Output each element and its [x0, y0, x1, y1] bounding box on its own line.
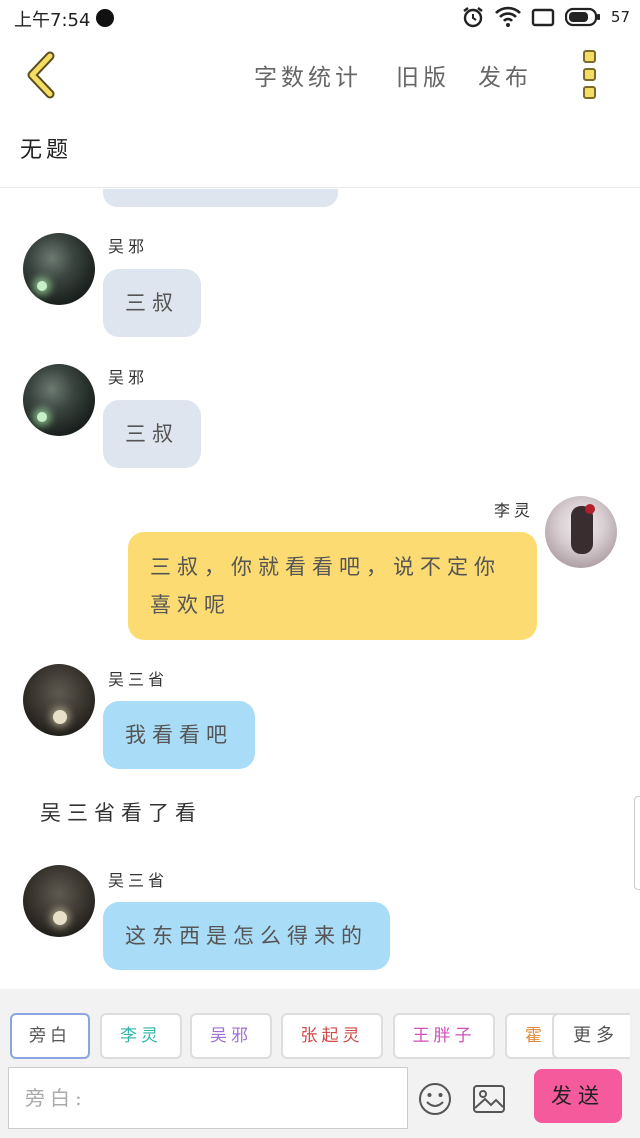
speaker-name: 李灵 [494, 501, 535, 520]
avatar-wusanxing[interactable] [23, 865, 95, 937]
toolbar-actions: 字数统计 旧版 发布 [254, 58, 532, 92]
message-bubble[interactable]: 这东西是怎么得来的 [103, 902, 390, 970]
alarm-icon [463, 7, 483, 28]
emoji-button[interactable] [418, 1082, 452, 1116]
message-bubble[interactable]: 三叔 [103, 400, 201, 468]
story-title-row[interactable]: 无题 [0, 118, 640, 188]
word-count-link[interactable]: 字数统计 [254, 58, 362, 92]
menu-dot-icon [582, 68, 596, 81]
chat-area[interactable]: 吴邪 三叔 吴邪 三叔 李灵 三叔，你就看看吧，说不定你喜欢呢 吴三省 我看看吧… [0, 189, 640, 989]
chip-character[interactable]: 李灵 [100, 1013, 182, 1059]
avatar-wuxie[interactable] [23, 364, 95, 436]
character-selector: 旁白 李灵 吴邪 张起灵 王胖子 霍 更多 [10, 1013, 630, 1061]
chip-label: 旁白 [29, 1026, 71, 1046]
scroll-handle[interactable] [634, 796, 640, 890]
publish-link[interactable]: 发布 [478, 58, 532, 92]
old-version-link[interactable]: 旧版 [396, 58, 450, 92]
chip-label: 李灵 [120, 1026, 162, 1046]
notification-icon [96, 9, 114, 27]
emoji-icon [419, 1083, 451, 1115]
narration-text[interactable]: 吴三省看了看 [40, 797, 202, 827]
message-input[interactable]: 旁白: [8, 1067, 408, 1129]
speaker-name: 吴邪 [108, 237, 149, 256]
composer-panel: 旁白 李灵 吴邪 张起灵 王胖子 霍 更多 旁白: 发送 [0, 989, 640, 1138]
chip-label: 张起灵 [300, 1026, 364, 1046]
speaker-name: 吴三省 [108, 670, 169, 689]
menu-dot-icon [582, 86, 596, 99]
story-title: 无题 [20, 138, 73, 163]
chip-label: 吴邪 [210, 1026, 252, 1046]
back-button[interactable] [22, 50, 68, 100]
status-bar: 上午7:54 57 [0, 0, 640, 36]
chip-label: 霍 [525, 1026, 546, 1046]
top-toolbar: 字数统计 旧版 发布 [0, 36, 640, 116]
wifi-icon [494, 6, 521, 27]
message-bubble[interactable]: 三叔，你就看看吧，说不定你喜欢呢 [128, 532, 537, 640]
avatar-wuxie[interactable] [23, 233, 95, 305]
more-menu-button[interactable] [578, 50, 600, 100]
send-button[interactable]: 发送 [534, 1069, 622, 1123]
status-icons: 57 [461, 5, 630, 29]
message-bubble[interactable]: 三叔 [103, 269, 201, 337]
message-bubble-partial[interactable] [103, 189, 338, 207]
signal-icon [531, 8, 555, 27]
avatar-liling[interactable] [545, 496, 617, 568]
avatar-wusanxing[interactable] [23, 664, 95, 736]
message-bubble[interactable]: 我看看吧 [103, 701, 255, 769]
chip-character[interactable]: 张起灵 [281, 1013, 383, 1059]
more-characters-button[interactable]: 更多 [552, 1013, 630, 1059]
image-button[interactable] [472, 1082, 506, 1116]
chip-character[interactable]: 吴邪 [190, 1013, 272, 1059]
chip-label: 王胖子 [412, 1026, 476, 1046]
speaker-name: 吴三省 [108, 871, 169, 890]
menu-dot-icon [582, 50, 596, 63]
battery-icon [564, 7, 600, 27]
chip-character[interactable]: 王胖子 [393, 1013, 495, 1059]
image-icon [473, 1085, 505, 1113]
battery-level: 57 [610, 8, 630, 26]
chevron-left-icon [27, 51, 55, 99]
chip-narrator[interactable]: 旁白 [10, 1013, 90, 1059]
status-time: 上午7:54 [14, 10, 91, 31]
speaker-name: 吴邪 [108, 368, 149, 387]
